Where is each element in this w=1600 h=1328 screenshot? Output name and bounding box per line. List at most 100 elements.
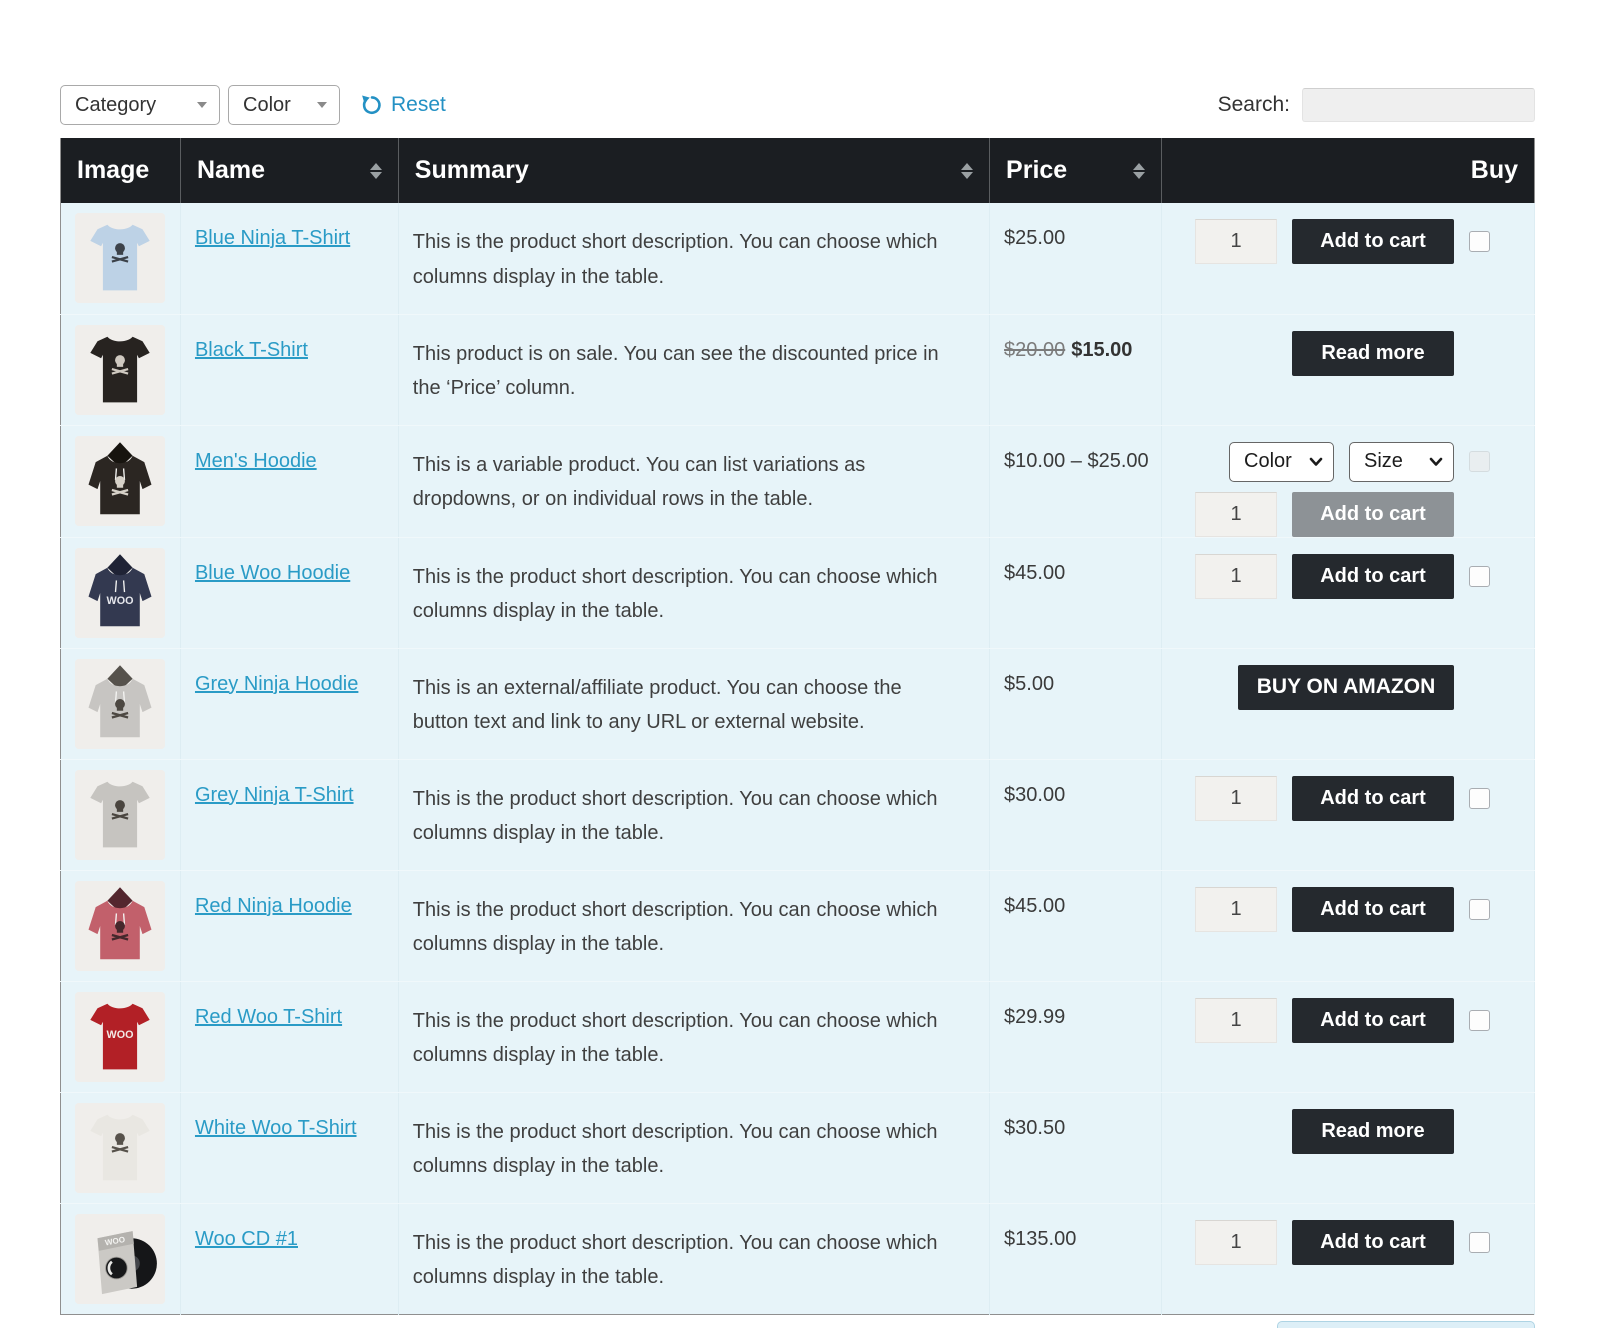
add-to-cart-button[interactable]: Add to cart: [1292, 887, 1454, 932]
select-product-checkbox[interactable]: [1469, 788, 1490, 809]
product-name-link[interactable]: White Woo T-Shirt: [195, 1117, 357, 1139]
select-product-checkbox[interactable]: [1469, 566, 1490, 587]
table-row: Black T-Shirt This product is on sale. Yo…: [61, 314, 1535, 425]
name-cell: White Woo T-Shirt: [180, 1092, 398, 1203]
read-more-button[interactable]: Read more: [1292, 1109, 1454, 1154]
category-filter-dropdown[interactable]: Category: [60, 85, 220, 125]
summary-cell: This is the product short description. Y…: [398, 981, 989, 1092]
price-cell: $5.00: [990, 648, 1162, 759]
column-label: Buy: [1471, 156, 1518, 185]
product-summary: This product is on sale. You can see the…: [413, 337, 955, 406]
color-filter-label: Color: [243, 94, 291, 117]
add-to-cart-button[interactable]: Add to cart: [1292, 776, 1454, 821]
product-image-graphic: WOO: [75, 992, 165, 1082]
product-image-graphic: [75, 770, 165, 860]
image-cell: [61, 425, 181, 537]
product-summary: This is the product short description. Y…: [413, 782, 955, 851]
product-table: Image Name Summary Price Buy: [60, 138, 1535, 1315]
column-header-name[interactable]: Name: [180, 138, 398, 203]
product-name-link[interactable]: Grey Ninja Hoodie: [195, 673, 358, 695]
buy-cell: Color Size Add to cart: [1162, 425, 1535, 537]
column-header-price[interactable]: Price: [990, 138, 1162, 203]
product-image-graphic: [75, 325, 165, 415]
select-product-checkbox[interactable]: [1469, 1232, 1490, 1253]
product-summary: This is the product short description. Y…: [413, 1226, 955, 1295]
product-table-page: Category Color Reset Search:: [0, 0, 1600, 1328]
add-to-cart-button[interactable]: Add to cart: [1292, 1220, 1454, 1265]
product-name-link[interactable]: Men's Hoodie: [195, 450, 317, 472]
table-header-row: Image Name Summary Price Buy: [61, 138, 1535, 203]
price-cell: $10.00 – $25.00: [990, 425, 1162, 537]
quantity-input[interactable]: [1195, 492, 1277, 537]
quantity-input[interactable]: [1195, 1220, 1277, 1265]
external-buy-button[interactable]: BUY ON AMAZON: [1238, 665, 1454, 710]
product-image: [75, 770, 165, 860]
summary-cell: This is the product short description. Y…: [398, 537, 989, 648]
reset-filters-link[interactable]: Reset: [360, 93, 446, 117]
buy-cell: Read more: [1162, 1092, 1535, 1203]
pagination-fragment[interactable]: [1277, 1321, 1535, 1328]
quantity-input[interactable]: [1195, 998, 1277, 1043]
add-to-cart-button[interactable]: Add to cart: [1292, 554, 1454, 599]
product-name-link[interactable]: Blue Ninja T-Shirt: [195, 227, 350, 249]
name-cell: Red Ninja Hoodie: [180, 870, 398, 981]
add-to-cart-button-disabled[interactable]: Add to cart: [1292, 492, 1454, 537]
product-image-graphic: WOO: [75, 1214, 165, 1304]
sort-arrows-icon[interactable]: [961, 163, 973, 179]
quantity-input[interactable]: [1195, 887, 1277, 932]
size-variation-select[interactable]: Size: [1349, 442, 1454, 482]
undo-icon: [360, 94, 383, 117]
product-price: $45.00: [1004, 562, 1065, 584]
product-price: $10.00 – $25.00: [1004, 450, 1149, 472]
price-cell: $45.00: [990, 870, 1162, 981]
product-name-link[interactable]: Woo CD #1: [195, 1228, 298, 1250]
buy-controls: Add to cart: [1172, 776, 1490, 821]
product-name-link[interactable]: Blue Woo Hoodie: [195, 562, 350, 584]
column-label: Price: [1006, 156, 1067, 185]
select-product-checkbox[interactable]: [1469, 1010, 1490, 1031]
read-more-button[interactable]: Read more: [1292, 331, 1454, 376]
product-name-link[interactable]: Red Ninja Hoodie: [195, 895, 352, 917]
product-price: $25.00: [1004, 227, 1065, 249]
price-cell: $45.00: [990, 537, 1162, 648]
svg-text:WOO: WOO: [107, 594, 134, 606]
add-to-cart-button[interactable]: Add to cart: [1292, 998, 1454, 1043]
buy-cell: Read more: [1162, 314, 1535, 425]
summary-cell: This is the product short description. Y…: [398, 1092, 989, 1203]
regular-price: $20.00: [1004, 339, 1065, 361]
search-input[interactable]: [1302, 88, 1535, 122]
color-filter-dropdown[interactable]: Color: [228, 85, 340, 125]
product-name-link[interactable]: Red Woo T-Shirt: [195, 1006, 342, 1028]
select-product-checkbox[interactable]: [1469, 899, 1490, 920]
summary-cell: This is the product short description. Y…: [398, 870, 989, 981]
buy-cell: BUY ON AMAZON: [1162, 648, 1535, 759]
chevron-down-icon: [1429, 457, 1443, 467]
color-variation-select[interactable]: Color: [1229, 442, 1334, 482]
add-to-cart-button[interactable]: Add to cart: [1292, 219, 1454, 264]
toolbar: Category Color Reset Search:: [60, 85, 1535, 125]
table-row: Blue Ninja T-ShirtThis is the product sh…: [61, 203, 1535, 314]
variation-label: Color: [1244, 450, 1292, 473]
table-row: WOO Red Woo T-Shirt This is the product sh…: [61, 981, 1535, 1092]
product-name-link[interactable]: Black T-Shirt: [195, 339, 308, 361]
reset-label: Reset: [391, 93, 446, 117]
product-name-link[interactable]: Grey Ninja T-Shirt: [195, 784, 354, 806]
name-cell: Grey Ninja T-Shirt: [180, 759, 398, 870]
quantity-input[interactable]: [1195, 219, 1277, 264]
quantity-input[interactable]: [1195, 776, 1277, 821]
product-summary: This is the product short description. Y…: [413, 1004, 955, 1073]
product-image-graphic: [75, 436, 165, 526]
product-image-graphic: [75, 659, 165, 749]
image-cell: [61, 648, 181, 759]
sort-arrows-icon[interactable]: [1133, 163, 1145, 179]
buy-cell: Add to cart: [1162, 759, 1535, 870]
product-summary: This is an external/affiliate product. Y…: [413, 671, 955, 740]
select-product-checkbox[interactable]: [1469, 451, 1490, 472]
quantity-input[interactable]: [1195, 554, 1277, 599]
product-price: $30.50: [1004, 1117, 1065, 1139]
select-product-checkbox[interactable]: [1469, 231, 1490, 252]
sort-arrows-icon[interactable]: [370, 163, 382, 179]
column-header-summary[interactable]: Summary: [398, 138, 989, 203]
column-header-image: Image: [61, 138, 181, 203]
buy-controls: Read more: [1172, 331, 1490, 376]
